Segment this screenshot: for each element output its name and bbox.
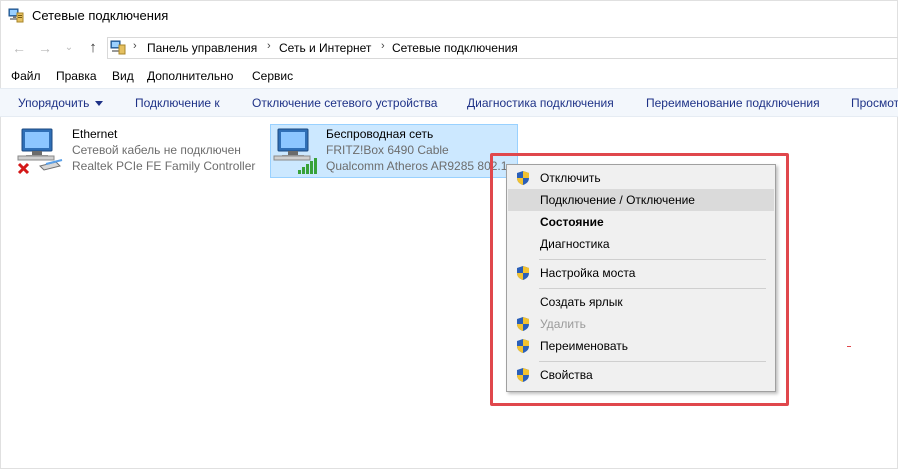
arrow-left-icon: ← bbox=[12, 40, 26, 56]
menu-tools[interactable]: Сервис bbox=[252, 69, 293, 83]
forward-button[interactable]: → bbox=[36, 38, 54, 58]
menu-item-label: Настройка моста bbox=[540, 266, 636, 280]
context-menu: Отключить Подключение / Отключение Состо… bbox=[506, 164, 776, 392]
network-connections-app-icon bbox=[8, 8, 24, 23]
breadcrumb-network-internet[interactable]: Сеть и Интернет bbox=[279, 41, 371, 55]
menu-separator bbox=[539, 288, 766, 289]
connection-status: Сетевой кабель не подключен bbox=[72, 143, 241, 157]
connection-device: Realtek PCIe FE Family Controller bbox=[72, 159, 256, 173]
menu-item-label: Состояние bbox=[540, 215, 604, 229]
window-title: Сетевые подключения bbox=[32, 8, 169, 23]
menu-item-diagnose[interactable]: Диагностика bbox=[508, 233, 774, 255]
annotation-mark bbox=[847, 346, 851, 347]
title-bar: Сетевые подключения bbox=[0, 0, 898, 32]
connection-ethernet[interactable]: Ethernet Сетевой кабель не подключен Rea… bbox=[16, 124, 256, 178]
breadcrumb-separator-icon[interactable]: › bbox=[381, 40, 385, 52]
breadcrumb-separator-icon[interactable]: › bbox=[133, 40, 137, 52]
breadcrumb-network-connections[interactable]: Сетевые подключения bbox=[392, 41, 518, 55]
connection-status: FRITZ!Box 6490 Cable bbox=[326, 143, 449, 157]
menu-item-rename[interactable]: Переименовать bbox=[508, 335, 774, 357]
wireless-network-icon bbox=[273, 128, 317, 174]
uac-shield-icon bbox=[517, 368, 529, 382]
control-panel-icon bbox=[110, 40, 126, 55]
breadcrumb-separator-icon[interactable]: › bbox=[267, 40, 271, 52]
menu-view[interactable]: Вид bbox=[112, 69, 134, 83]
menu-item-delete: Удалить bbox=[508, 313, 774, 335]
recent-locations-button[interactable]: ⌄ bbox=[60, 38, 78, 58]
chevron-down-icon: ⌄ bbox=[64, 42, 74, 53]
connection-device: Qualcomm Atheros AR9285 802.1... bbox=[326, 159, 506, 173]
menu-item-label: Подключение / Отключение bbox=[540, 193, 695, 207]
menu-item-label: Отключить bbox=[540, 171, 601, 185]
connection-name: Беспроводная сеть bbox=[326, 127, 434, 141]
menu-separator bbox=[539, 259, 766, 260]
menu-bar: Файл Правка Вид Дополнительно Сервис bbox=[0, 66, 898, 86]
menu-item-label: Диагностика bbox=[540, 237, 610, 251]
dropdown-caret-icon bbox=[95, 101, 104, 107]
menu-item-label: Создать ярлык bbox=[540, 295, 623, 309]
connect-to-button[interactable]: Подключение к bbox=[135, 96, 220, 110]
arrow-up-icon: ↑ bbox=[89, 39, 97, 56]
organize-button[interactable]: Упорядочить bbox=[18, 96, 104, 110]
menu-file[interactable]: Файл bbox=[11, 69, 41, 83]
view-status-button[interactable]: Просмот bbox=[851, 96, 898, 110]
menu-item-label: Свойства bbox=[540, 368, 593, 382]
rename-connection-button[interactable]: Переименование подключения bbox=[646, 96, 820, 110]
menu-item-create-shortcut[interactable]: Создать ярлык bbox=[508, 291, 774, 313]
menu-item-label: Удалить bbox=[540, 317, 586, 331]
menu-item-disable[interactable]: Отключить bbox=[508, 167, 774, 189]
menu-item-bridge[interactable]: Настройка моста bbox=[508, 262, 774, 284]
arrow-right-icon: → bbox=[38, 40, 52, 56]
back-button[interactable]: ← bbox=[10, 38, 28, 58]
breadcrumb-control-panel[interactable]: Панель управления bbox=[147, 41, 257, 55]
connection-name: Ethernet bbox=[72, 127, 118, 141]
uac-shield-icon bbox=[517, 339, 529, 353]
disable-device-button[interactable]: Отключение сетевого устройства bbox=[252, 96, 437, 110]
menu-item-properties[interactable]: Свойства bbox=[508, 364, 774, 386]
menu-separator bbox=[539, 361, 766, 362]
uac-shield-icon bbox=[517, 171, 529, 185]
connection-wireless[interactable]: Беспроводная сеть FRITZ!Box 6490 Cable Q… bbox=[270, 124, 518, 178]
menu-advanced[interactable]: Дополнительно bbox=[147, 69, 233, 83]
organize-label: Упорядочить bbox=[18, 96, 90, 110]
menu-edit[interactable]: Правка bbox=[56, 69, 97, 83]
menu-item-status[interactable]: Состояние bbox=[508, 211, 774, 233]
wired-network-disconnected-icon bbox=[17, 128, 63, 175]
diagnose-connection-button[interactable]: Диагностика подключения bbox=[467, 96, 614, 110]
menu-item-label: Переименовать bbox=[540, 339, 628, 353]
menu-item-connect-disconnect[interactable]: Подключение / Отключение bbox=[508, 189, 774, 211]
uac-shield-icon bbox=[517, 317, 529, 331]
command-bar: Упорядочить Подключение к Отключение сет… bbox=[0, 88, 898, 117]
uac-shield-icon bbox=[517, 266, 529, 280]
up-button[interactable]: ↑ bbox=[84, 38, 102, 58]
